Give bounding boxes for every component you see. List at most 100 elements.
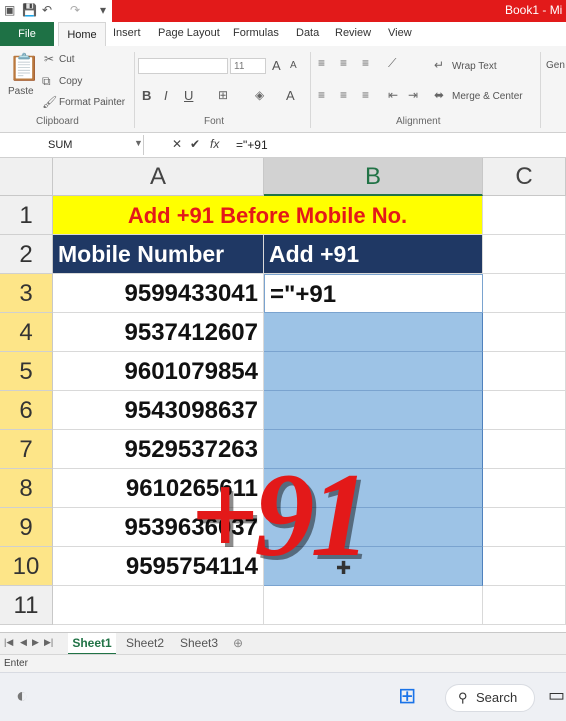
bold-button[interactable]: B <box>142 88 151 103</box>
format-painter-button[interactable]: Format Painter <box>59 97 125 108</box>
cell[interactable] <box>483 196 566 235</box>
align-middle-icon[interactable]: ≡ <box>340 56 347 70</box>
column-header-c[interactable]: C <box>483 158 566 196</box>
mobile-number-cell[interactable]: 9599433041 <box>53 274 264 313</box>
column-header-b[interactable]: B <box>264 158 483 196</box>
mobile-number-cell[interactable]: 9543098637 <box>53 391 264 430</box>
alignment-group-label: Alignment <box>396 116 441 127</box>
mobile-number-cell[interactable]: 9601079854 <box>53 352 264 391</box>
align-left-icon[interactable]: ≡ <box>318 88 325 102</box>
wrap-text-button[interactable]: Wrap Text <box>452 61 497 72</box>
cell[interactable] <box>483 235 566 274</box>
merge-center-button[interactable]: Merge & Center <box>452 91 523 102</box>
tab-insert[interactable]: Insert <box>113 27 141 39</box>
align-top-icon[interactable]: ≡ <box>318 56 325 70</box>
tab-home[interactable]: Home <box>58 22 106 48</box>
row-header[interactable]: 6 <box>0 391 53 430</box>
cell[interactable] <box>483 469 566 508</box>
sheet-tab-3[interactable]: Sheet3 <box>180 633 218 653</box>
last-sheet-icon[interactable]: ▶| <box>44 637 53 648</box>
copy-button[interactable]: Copy <box>59 76 82 87</box>
save-icon[interactable]: 💾 <box>22 3 37 17</box>
row-header[interactable]: 10 <box>0 547 53 586</box>
enter-button[interactable]: ✔ <box>190 137 200 151</box>
paste-icon[interactable]: 📋 <box>8 52 40 83</box>
sheet-title-cell[interactable]: Add +91 Before Mobile No. <box>53 196 483 235</box>
header-mobile-number[interactable]: Mobile Number <box>53 235 264 274</box>
column-header-a[interactable]: A <box>53 158 264 196</box>
cell[interactable] <box>483 352 566 391</box>
font-size-box[interactable]: 11 <box>230 58 266 74</box>
align-center-icon[interactable]: ≡ <box>340 88 347 102</box>
orientation-icon[interactable]: ⟋ <box>388 56 396 71</box>
selected-cell[interactable] <box>264 391 483 430</box>
cell[interactable] <box>264 586 483 625</box>
sheet-tab-2[interactable]: Sheet2 <box>126 633 164 653</box>
name-box-dropdown-icon[interactable]: ▼ <box>134 138 143 148</box>
tab-review[interactable]: Review <box>335 27 371 39</box>
first-sheet-icon[interactable]: |◀ <box>4 637 13 648</box>
formula-input[interactable]: ="+91 <box>236 135 268 155</box>
fill-color-icon[interactable]: ◈ <box>255 88 264 102</box>
status-bar: Enter <box>0 654 566 673</box>
redo-icon[interactable]: ↷ <box>70 3 80 17</box>
row-header[interactable]: 7 <box>0 430 53 469</box>
align-bottom-icon[interactable]: ≡ <box>362 56 369 70</box>
copy-icon: ⧉ <box>42 74 51 88</box>
row-header[interactable]: 4 <box>0 313 53 352</box>
increase-indent-icon[interactable]: ⇥ <box>408 88 418 102</box>
selected-cell[interactable] <box>264 352 483 391</box>
borders-icon[interactable]: ⊞ <box>218 88 228 102</box>
tab-view[interactable]: View <box>388 27 412 39</box>
taskbar-search[interactable]: ⚲ Search <box>445 684 535 712</box>
name-box[interactable]: SUM <box>0 135 144 155</box>
sheet-tab-1[interactable]: Sheet1 <box>68 633 116 655</box>
tab-file[interactable]: File <box>0 22 54 46</box>
grow-font-button[interactable]: A <box>272 58 281 73</box>
format-painter-icon: 🖌 <box>42 95 58 109</box>
cell[interactable] <box>483 391 566 430</box>
mobile-number-cell[interactable]: 9537412607 <box>53 313 264 352</box>
align-right-icon[interactable]: ≡ <box>362 88 369 102</box>
task-view-icon[interactable]: ▭ <box>548 685 565 706</box>
selected-cell[interactable] <box>264 313 483 352</box>
row-header[interactable]: 1 <box>0 196 53 235</box>
prev-sheet-icon[interactable]: ◀ <box>20 637 27 648</box>
tab-page-layout[interactable]: Page Layout <box>158 27 220 39</box>
italic-button[interactable]: I <box>164 88 168 103</box>
paste-button[interactable]: Paste <box>8 86 34 97</box>
row-header[interactable]: 9 <box>0 508 53 547</box>
row-header[interactable]: 3 <box>0 274 53 313</box>
tab-data[interactable]: Data <box>296 27 319 39</box>
row-header[interactable]: 11 <box>0 586 53 625</box>
row-header[interactable]: 2 <box>0 235 53 274</box>
cell[interactable] <box>483 586 566 625</box>
active-edit-cell[interactable]: ="+91 <box>264 274 483 313</box>
insert-function-button[interactable]: fx <box>210 137 219 151</box>
underline-button[interactable]: U <box>184 88 193 103</box>
header-add-91[interactable]: Add +91 <box>264 235 483 274</box>
weather-icon[interactable]: ◐ <box>16 685 28 708</box>
cell[interactable] <box>53 586 264 625</box>
cell[interactable] <box>483 547 566 586</box>
windows-start-icon[interactable]: ⊞ <box>398 683 416 709</box>
next-sheet-icon[interactable]: ▶ <box>32 637 39 648</box>
font-name-box[interactable] <box>138 58 228 74</box>
row-header[interactable]: 8 <box>0 469 53 508</box>
font-color-button[interactable]: A <box>286 88 295 103</box>
tab-formulas[interactable]: Formulas <box>233 27 279 39</box>
decrease-indent-icon[interactable]: ⇤ <box>388 88 398 102</box>
cell[interactable] <box>483 508 566 547</box>
select-all-corner[interactable] <box>0 158 53 196</box>
cell[interactable] <box>483 313 566 352</box>
cell[interactable] <box>483 430 566 469</box>
cell[interactable] <box>483 274 566 313</box>
customize-toolbar-icon[interactable]: ▾ <box>100 3 106 17</box>
cut-button[interactable]: Cut <box>59 54 75 65</box>
shrink-font-button[interactable]: A <box>290 60 297 71</box>
new-sheet-icon[interactable]: ⊕ <box>233 633 243 653</box>
row-header[interactable]: 5 <box>0 352 53 391</box>
number-format-box[interactable]: Gen <box>546 60 565 71</box>
cancel-button[interactable]: ✕ <box>172 137 182 151</box>
undo-icon[interactable]: ↶ <box>42 3 52 17</box>
